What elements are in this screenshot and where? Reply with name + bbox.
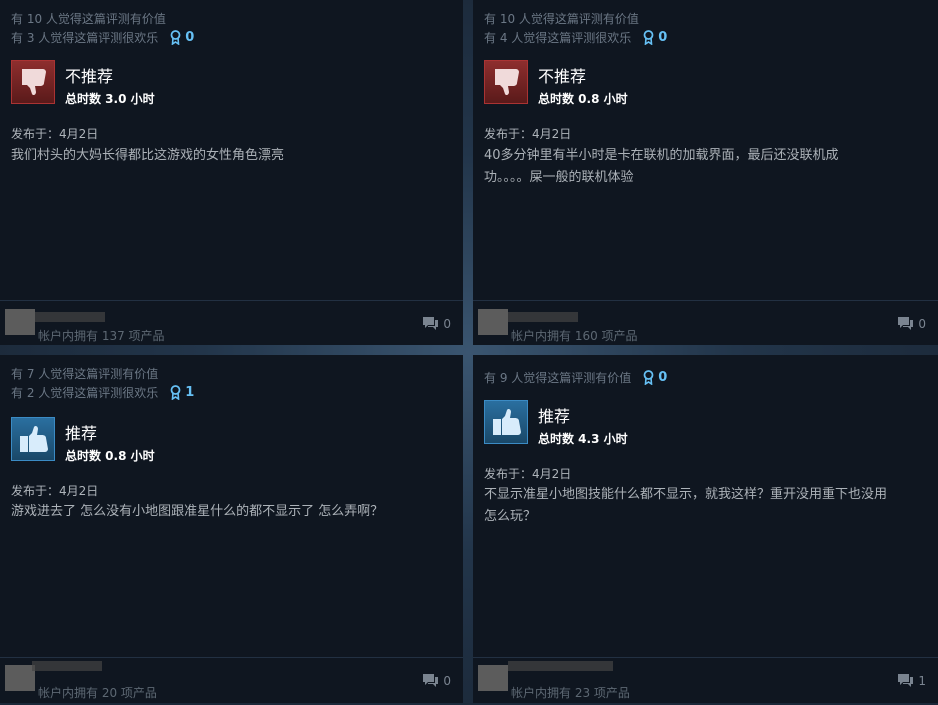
review-text: 游戏进去了 怎么没有小地图跟准星什么的都不显示了 怎么弄啊？: [11, 504, 384, 519]
products-owned: 帐户内拥有 160 项产品: [511, 329, 638, 343]
helpful-count: 有 9 人觉得这篇评测有价值: [484, 371, 632, 385]
award-button[interactable]: 0: [643, 370, 667, 385]
verdict-title: 不推荐: [538, 67, 587, 86]
thumbs-up-icon: [484, 400, 528, 444]
review-text-line: 不显示准星小地图技能什么都不显示，就我这样？重开没用重下也没用: [484, 487, 888, 502]
award-icon: [170, 30, 181, 45]
hours-played: 总时数 0.8 小时: [538, 92, 628, 106]
comments-button[interactable]: 1: [897, 673, 926, 688]
award-button[interactable]: 0: [170, 30, 194, 45]
funny-row: 有 4 人觉得这篇评测很欢乐 0: [484, 29, 667, 46]
funny-count: 有 3 人觉得这篇评测很欢乐: [11, 31, 159, 45]
divider: [473, 300, 938, 301]
hours-played: 总时数 4.3 小时: [538, 432, 628, 446]
review-card-4[interactable]: 有 9 人觉得这篇评测有价值 0 推荐 总时数 4.3 小时 发布于：4月2日 …: [473, 355, 938, 703]
avatar[interactable]: [5, 665, 35, 691]
username-redacted[interactable]: [32, 661, 102, 671]
award-button[interactable]: 0: [643, 30, 667, 45]
funny-count: 有 4 人觉得这篇评测很欢乐: [484, 31, 632, 45]
review-text-line: 功。。。。屎一般的联机体验: [484, 170, 634, 185]
comment-count: 1: [918, 673, 926, 688]
comment-count: 0: [443, 673, 451, 688]
award-icon: [170, 385, 181, 400]
avatar[interactable]: [478, 665, 508, 691]
comment-icon: [898, 317, 914, 330]
verdict-title: 推荐: [538, 407, 571, 426]
username-redacted[interactable]: [508, 312, 578, 322]
username-redacted[interactable]: [508, 661, 613, 671]
avatar[interactable]: [478, 309, 508, 335]
review-text: 不显示准星小地图技能什么都不显示，就我这样？重开没用重下也没用 怎么玩？: [484, 484, 920, 528]
thumbs-up-icon: [11, 417, 55, 461]
thumbs-down-icon: [11, 60, 55, 104]
review-text-line: 怎么玩？: [484, 509, 537, 524]
award-icon: [643, 30, 654, 45]
funny-count: 有 2 人觉得这篇评测很欢乐: [11, 386, 159, 400]
hours-played: 总时数 3.0 小时: [65, 92, 155, 106]
divider: [0, 300, 463, 301]
helpful-count: 有 10 人觉得这篇评测有价值: [484, 12, 639, 26]
hours-played: 总时数 0.8 小时: [65, 449, 155, 463]
verdict-block[interactable]: 不推荐 总时数 0.8 小时: [484, 60, 628, 107]
divider: [473, 657, 938, 658]
comment-icon: [423, 317, 439, 330]
review-text-line: 40多分钟里有半小时是卡在联机的加载界面，最后还没联机成: [484, 148, 839, 163]
verdict-title: 不推荐: [65, 67, 114, 86]
products-owned: 帐户内拥有 23 项产品: [511, 686, 630, 700]
award-count: 0: [658, 30, 668, 45]
verdict-block[interactable]: 不推荐 总时数 3.0 小时: [11, 60, 155, 107]
award-count: 1: [185, 385, 195, 400]
verdict-block[interactable]: 推荐 总时数 0.8 小时: [11, 417, 155, 464]
username-redacted[interactable]: [35, 312, 105, 322]
posted-date: 发布于：4月2日: [484, 127, 572, 141]
review-card-1[interactable]: 有 10 人觉得这篇评测有价值 有 3 人觉得这篇评测很欢乐 0 不推荐 总时数…: [0, 0, 463, 345]
funny-row: 有 2 人觉得这篇评测很欢乐 1: [11, 384, 194, 401]
comments-button[interactable]: 0: [897, 316, 926, 331]
review-card-3[interactable]: 有 7 人觉得这篇评测有价值 有 2 人觉得这篇评测很欢乐 1 推荐 总时数 0…: [0, 355, 463, 703]
products-owned: 帐户内拥有 137 项产品: [38, 329, 165, 343]
helpful-row: 有 9 人觉得这篇评测有价值 0: [484, 369, 667, 386]
award-icon: [643, 370, 654, 385]
posted-date: 发布于：4月2日: [11, 484, 99, 498]
comment-icon: [898, 674, 914, 687]
funny-row: 有 3 人觉得这篇评测很欢乐 0: [11, 29, 194, 46]
award-count: 0: [658, 370, 668, 385]
award-count: 0: [185, 30, 195, 45]
thumbs-down-icon: [484, 60, 528, 104]
avatar[interactable]: [5, 309, 35, 335]
verdict-title: 推荐: [65, 424, 98, 443]
comment-icon: [423, 674, 439, 687]
helpful-count: 有 7 人觉得这篇评测有价值: [11, 367, 159, 381]
posted-date: 发布于：4月2日: [484, 467, 572, 481]
helpful-count: 有 10 人觉得这篇评测有价值: [11, 12, 166, 26]
award-button[interactable]: 1: [170, 385, 194, 400]
comments-button[interactable]: 0: [422, 316, 451, 331]
comment-count: 0: [918, 316, 926, 331]
review-text: 40多分钟里有半小时是卡在联机的加载界面，最后还没联机成 功。。。。屎一般的联机…: [484, 145, 920, 189]
review-text: 我们村头的大妈长得都比这游戏的女性角色漂亮: [11, 148, 285, 163]
verdict-block[interactable]: 推荐 总时数 4.3 小时: [484, 400, 628, 447]
comment-count: 0: [443, 316, 451, 331]
products-owned: 帐户内拥有 20 项产品: [38, 686, 157, 700]
comments-button[interactable]: 0: [422, 673, 451, 688]
review-card-2[interactable]: 有 10 人觉得这篇评测有价值 有 4 人觉得这篇评测很欢乐 0 不推荐 总时数…: [473, 0, 938, 345]
posted-date: 发布于：4月2日: [11, 127, 99, 141]
divider: [0, 657, 463, 658]
